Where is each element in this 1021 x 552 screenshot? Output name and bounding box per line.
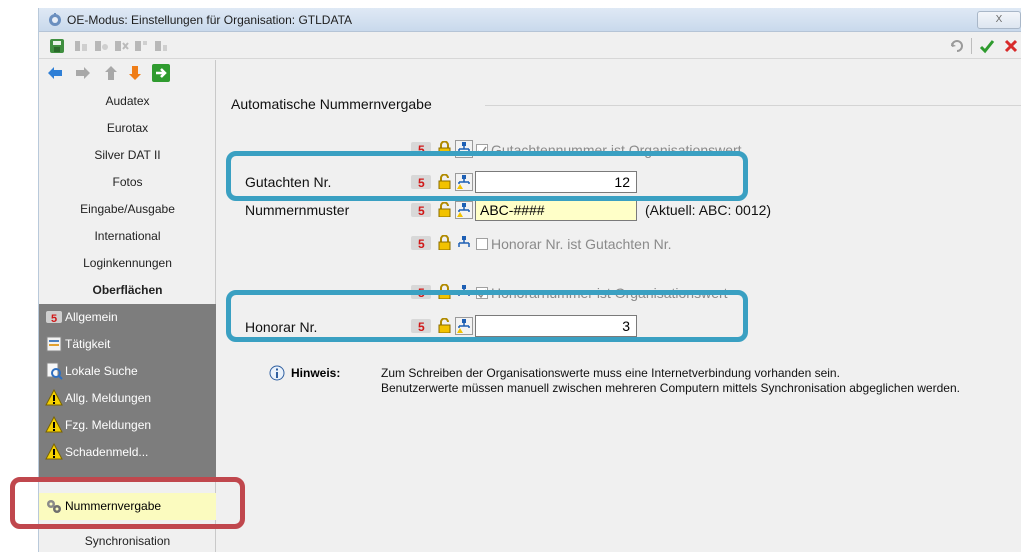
- warning-icon: [45, 443, 63, 460]
- exit-icon[interactable]: [151, 63, 171, 83]
- arrow-left-icon[interactable]: [45, 63, 65, 83]
- svg-text:5: 5: [51, 313, 57, 325]
- nav-item-oberflaechen[interactable]: Oberflächen: [39, 277, 216, 304]
- tool-1-icon[interactable]: [73, 38, 89, 54]
- subnav-item-label: Allgemein: [65, 310, 118, 324]
- subnav-item-lokale-suche[interactable]: Lokale Suche: [39, 358, 216, 385]
- section-divider: [485, 105, 1021, 106]
- toolbar-separator: [971, 38, 972, 54]
- subnav-item-label: Lokale Suche: [65, 364, 138, 378]
- subnav-item-label: Tätigkeit: [65, 337, 111, 351]
- search-doc-icon: [46, 362, 63, 380]
- nummernmuster-current-value: (Aktuell: ABC: 0012): [645, 202, 772, 218]
- honorar-gleich-gutachten-checkbox[interactable]: [476, 238, 488, 250]
- kfz5-icon: 5: [46, 311, 62, 325]
- subnav-item-fzg-meldungen[interactable]: Fzg. Meldungen: [39, 412, 216, 439]
- subnav-item-label: Schadenmeld...: [65, 445, 149, 459]
- app-icon: [49, 13, 61, 26]
- warning-icon: [45, 416, 63, 433]
- window-close-button[interactable]: X: [977, 11, 1021, 29]
- tool-2-icon[interactable]: [93, 38, 109, 54]
- honorar-gleich-gutachten-label: Honorar Nr. ist Gutachten Nr.: [491, 236, 672, 252]
- kfz5-icon[interactable]: 5: [410, 201, 432, 219]
- nummernmuster-label: Nummernmuster: [245, 202, 350, 218]
- honorar-highlight: [226, 290, 748, 342]
- arrow-down-icon[interactable]: [125, 63, 145, 83]
- hinweis-line-2: Benutzerwerte müssen manuell zwischen me…: [381, 381, 960, 395]
- refresh-icon[interactable]: [949, 38, 965, 54]
- form-icon: [46, 336, 62, 352]
- svg-text:5: 5: [418, 204, 425, 218]
- unlock-icon[interactable]: [438, 202, 451, 217]
- warning-icon: [45, 389, 63, 406]
- nav-item-international[interactable]: International: [39, 223, 216, 250]
- info-icon: [269, 365, 285, 381]
- nav-item-loginkennungen[interactable]: Loginkennungen: [39, 250, 216, 277]
- toolbar: [39, 33, 1021, 59]
- window-close-label: X: [995, 14, 1003, 25]
- hierarchy-icon[interactable]: [455, 234, 473, 252]
- subnav-item-schadenmeld[interactable]: Schadenmeld...: [39, 439, 216, 466]
- nav-item-audatex[interactable]: Audatex: [39, 88, 216, 115]
- org-structure-icon[interactable]: [455, 201, 473, 219]
- lock-icon[interactable]: [438, 235, 451, 250]
- settings-window: OE-Modus: Einstellungen für Organisation…: [38, 8, 1021, 552]
- subnav-oberflaechen: 5 Allgemein Tätigkeit Lokale Suche Allg.…: [39, 304, 216, 478]
- gutachten-highlight: [226, 151, 748, 201]
- section-title: Automatische Nummernvergabe: [231, 96, 432, 112]
- nav-item-eurotax[interactable]: Eurotax: [39, 115, 216, 142]
- nummernmuster-input[interactable]: ABC-####: [475, 199, 637, 221]
- nav-item-eingabe-ausgabe[interactable]: Eingabe/Ausgabe: [39, 196, 216, 223]
- tool-5-icon[interactable]: [153, 38, 169, 54]
- nav-arrows: [39, 60, 216, 86]
- nav-item-synchronisation[interactable]: Synchronisation: [39, 528, 216, 552]
- subnav-item-taetigkeit[interactable]: Tätigkeit: [39, 331, 216, 358]
- tool-4-icon[interactable]: [133, 38, 149, 54]
- arrow-up-icon[interactable]: [101, 63, 121, 83]
- nav-item-fotos[interactable]: Fotos: [39, 169, 216, 196]
- svg-text:5: 5: [418, 237, 425, 251]
- close-icon[interactable]: [1003, 38, 1019, 54]
- title-bar: OE-Modus: Einstellungen für Organisation…: [39, 8, 1021, 32]
- subnav-item-label: Fzg. Meldungen: [65, 418, 152, 432]
- save-icon[interactable]: [49, 38, 65, 54]
- subnav-item-label: Allg. Meldungen: [65, 391, 152, 405]
- window-title: OE-Modus: Einstellungen für Organisation…: [67, 13, 353, 27]
- kfz5-icon[interactable]: 5: [410, 234, 432, 252]
- tool-3-icon[interactable]: [113, 38, 129, 54]
- hinweis-label: Hinweis:: [291, 366, 341, 380]
- hinweis-line-1: Zum Schreiben der Organisationswerte mus…: [381, 366, 840, 380]
- arrow-right-icon[interactable]: [73, 63, 93, 83]
- nummernvergabe-highlight: [10, 477, 245, 529]
- nav-item-silver-dat[interactable]: Silver DAT II: [39, 142, 216, 169]
- check-icon[interactable]: [979, 38, 995, 54]
- subnav-item-allgemein[interactable]: 5 Allgemein: [39, 304, 216, 331]
- subnav-item-allg-meldungen[interactable]: Allg. Meldungen: [39, 385, 216, 412]
